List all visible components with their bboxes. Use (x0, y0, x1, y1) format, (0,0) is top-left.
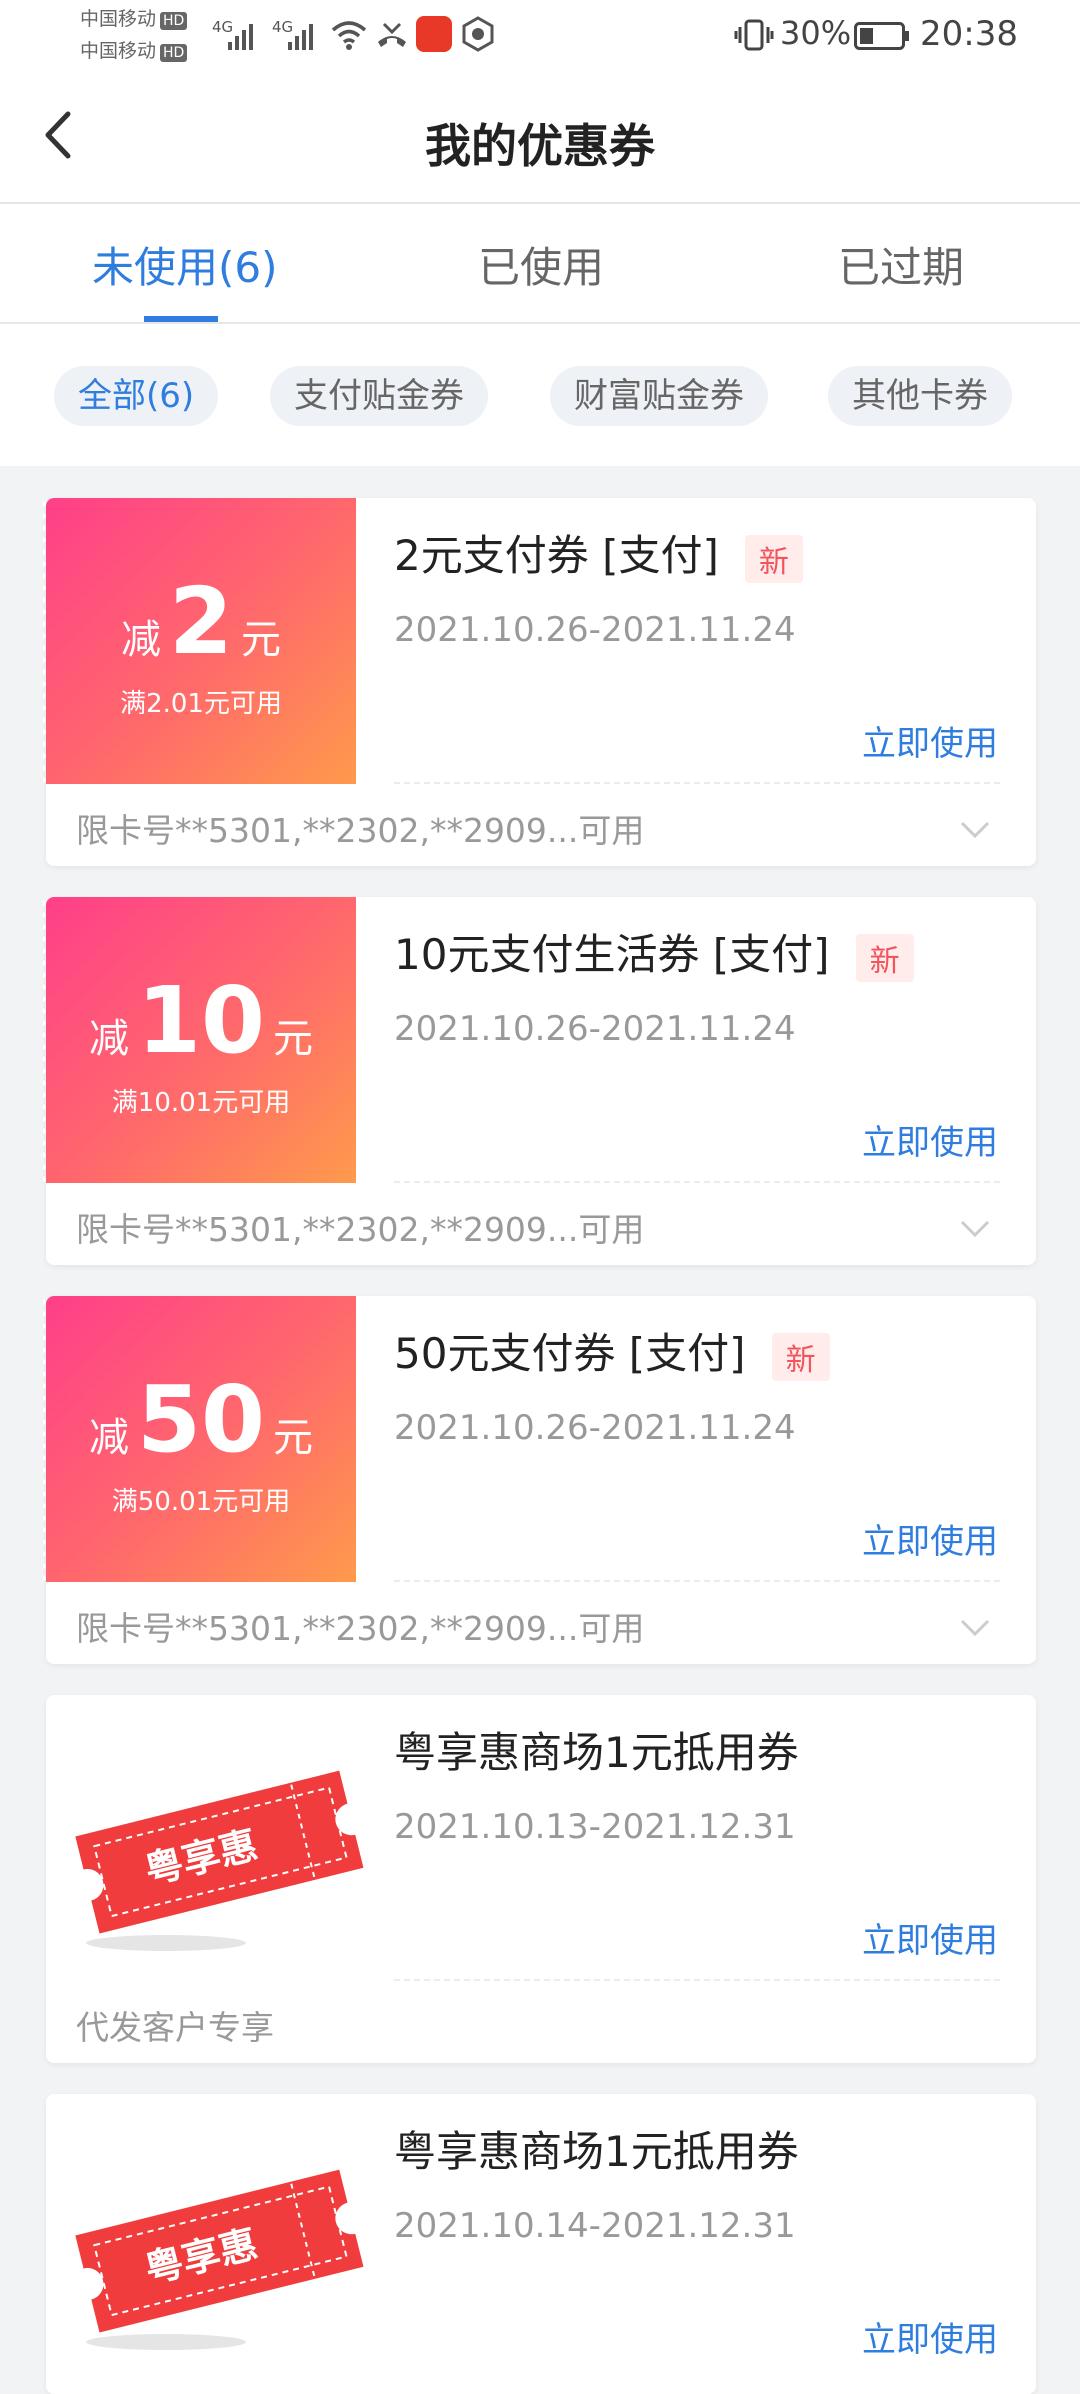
carrier-1-label: 中国移动 (80, 8, 157, 30)
coupon-name: 50元支付券 [支付] 新 (394, 1320, 830, 1381)
coupon-validity: 2021.10.14-2021.12.31 (394, 2206, 796, 2246)
coupon-card[interactable]: 粤享惠 粤享惠商场1元抵用券 2021.10.13-2021.12.31 立即使… (46, 1695, 1036, 2063)
amount-value: 10 (136, 967, 266, 1074)
coupon-name-text: 10元支付生活券 [支付] (394, 930, 830, 979)
use-now-button[interactable]: 立即使用 (862, 1514, 998, 1563)
filter-all[interactable]: 全部(6) (54, 366, 219, 426)
use-now-button[interactable]: 立即使用 (862, 716, 998, 765)
coupon-value-stub: 减2 元 满2.01元可用 (43, 498, 356, 784)
new-badge: 新 (744, 534, 803, 583)
shield-icon (462, 16, 494, 52)
status-tabs: 未使用(6) 已使用 已过期 (0, 204, 1080, 324)
card-restriction: 代发客户专享 (76, 2008, 274, 2047)
page-title: 我的优惠券 (425, 119, 655, 173)
coupon-card[interactable]: 粤享惠 粤享惠商场1元抵用券 2021.10.14-2021.12.31 立即使… (46, 2094, 1036, 2394)
amount-prefix: 减 (88, 1415, 129, 1461)
chevron-down-icon[interactable] (960, 1612, 990, 1642)
amount-value: 2 (168, 568, 233, 675)
coupon-validity: 2021.10.26-2021.11.24 (394, 1009, 796, 1049)
coupon-card[interactable]: 减50 元 满50.01元可用 50元支付券 [支付] 新 2021.10.26-2… (43, 1296, 1036, 1664)
coupon-name-text: 50元支付券 [支付] (394, 1329, 746, 1378)
use-now-button[interactable]: 立即使用 (862, 1913, 998, 1962)
coupon-name: 粤享惠商场1元抵用券 (394, 1728, 799, 1777)
app-notification-icon (416, 16, 452, 52)
battery-icon (854, 22, 909, 50)
coupon-name-text: 2元支付券 [支付] (394, 531, 719, 580)
amount-unit: 元 (241, 617, 281, 663)
wifi-icon (331, 21, 367, 50)
card-restriction: 限卡号**5301,**2302,**2909...可用 (76, 1210, 645, 1249)
tab-unused[interactable]: 未使用(6) (92, 234, 278, 295)
coupon-validity: 2021.10.13-2021.12.31 (394, 1807, 796, 1847)
coupon-condition: 满50.01元可用 (111, 1487, 291, 1517)
coupon-card[interactable]: 减10 元 满10.01元可用 10元支付生活券 [支付] 新 2021.10.26… (43, 897, 1036, 1265)
signal-icon (228, 24, 253, 50)
coupon-validity: 2021.10.26-2021.11.24 (394, 1408, 796, 1448)
amount-prefix: 减 (88, 1016, 129, 1062)
filter-wealth-coupons[interactable]: 财富贴金券 (550, 366, 768, 426)
divider (394, 1580, 1000, 1582)
hd-badge: HD (160, 44, 188, 62)
amount-prefix: 减 (120, 617, 161, 663)
coupon-name: 10元支付生活券 [支付] 新 (394, 921, 914, 982)
new-badge: 新 (771, 1332, 830, 1381)
filter-payment-coupons[interactable]: 支付贴金券 (270, 366, 488, 426)
tab-expired[interactable]: 已过期 (838, 234, 964, 295)
hd-badge: HD (160, 12, 188, 30)
chevron-down-icon[interactable] (960, 1213, 990, 1243)
coupon-amount: 减50 元 (46, 1366, 356, 1473)
divider (394, 1979, 1000, 1981)
divider (394, 782, 1000, 784)
carrier-2: 中国移动 HD (80, 38, 188, 64)
card-restriction: 限卡号**5301,**2302,**2909...可用 (76, 1609, 645, 1648)
new-badge: 新 (855, 933, 914, 982)
tab-used[interactable]: 已使用 (478, 234, 604, 295)
clock-time: 20:38 (920, 14, 1018, 54)
page-header: 我的优惠券 (0, 72, 1080, 204)
coupon-card[interactable]: 减2 元 满2.01元可用 2元支付券 [支付] 新 2021.10.26-2021… (43, 498, 1036, 866)
vibrate-icon (734, 19, 774, 51)
coupon-value-stub: 减10 元 满10.01元可用 (43, 897, 356, 1183)
filter-bar: 全部(6) 支付贴金券 财富贴金券 其他卡券 (0, 324, 1080, 466)
coupon-amount: 减2 元 (46, 568, 356, 675)
use-now-button[interactable]: 立即使用 (862, 1115, 998, 1164)
coupon-condition: 满2.01元可用 (120, 689, 282, 719)
active-tab-indicator (144, 316, 218, 322)
chevron-down-icon[interactable] (960, 814, 990, 844)
use-now-button[interactable]: 立即使用 (862, 2312, 998, 2361)
amount-unit: 元 (273, 1415, 314, 1461)
missed-call-icon (378, 22, 406, 47)
divider (394, 1181, 1000, 1183)
coupon-name: 粤享惠商场1元抵用券 (394, 2127, 799, 2176)
ticket-illustration: 粤享惠 (75, 2169, 364, 2350)
status-bar: 中国移动 HD 中国移动 HD 4G 4G 30% 20:38 (0, 0, 1080, 72)
carrier-1: 中国移动 HD (80, 6, 188, 32)
coupon-condition: 满10.01元可用 (111, 1088, 291, 1118)
filter-other-coupons[interactable]: 其他卡券 (828, 366, 1012, 426)
card-restriction: 限卡号**5301,**2302,**2909...可用 (76, 811, 645, 850)
coupon-name: 2元支付券 [支付] 新 (394, 522, 803, 583)
coupon-value-stub: 减50 元 满50.01元可用 (43, 1296, 356, 1582)
signal-icon (288, 24, 313, 50)
ticket-illustration: 粤享惠 (75, 1770, 364, 1951)
coupon-amount: 减10 元 (46, 967, 356, 1074)
battery-percent: 30% (780, 14, 852, 52)
amount-value: 50 (136, 1366, 266, 1473)
carrier-2-label: 中国移动 (80, 40, 157, 62)
coupon-validity: 2021.10.26-2021.11.24 (394, 610, 796, 650)
amount-unit: 元 (273, 1016, 314, 1062)
